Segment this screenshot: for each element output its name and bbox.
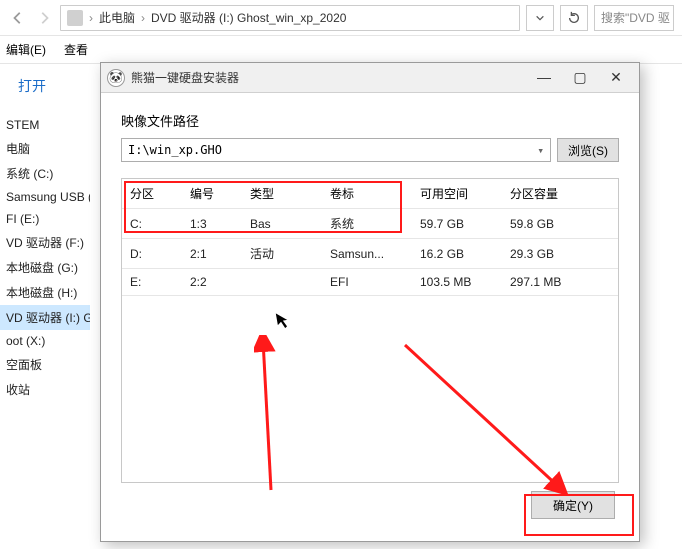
tree-item[interactable]: oot (X:) bbox=[0, 330, 90, 352]
tree-item[interactable]: 空面板 bbox=[0, 352, 90, 377]
dialog-titlebar: 🐼 熊猫一键硬盘安装器 — ▢ ✕ bbox=[101, 63, 639, 93]
tree-item[interactable]: VD 驱动器 (I:) G bbox=[0, 305, 90, 330]
cell-partition: D: bbox=[122, 239, 182, 269]
dialog-body: 映像文件路径 I:\win_xp.GHO ▾ 浏览(S) 分区 编号 类型 卷标… bbox=[101, 93, 639, 541]
cell-number: 2:2 bbox=[182, 269, 242, 296]
menu-bar: 编辑(E) 查看 bbox=[0, 36, 682, 64]
table-header-row: 分区 编号 类型 卷标 可用空间 分区容量 bbox=[122, 179, 618, 209]
browse-button[interactable]: 浏览(S) bbox=[557, 138, 619, 162]
nav-back-icon[interactable] bbox=[8, 8, 28, 28]
path-value: I:\win_xp.GHO bbox=[128, 143, 222, 157]
close-button[interactable]: ✕ bbox=[603, 69, 629, 86]
explorer-toolbar: › 此电脑 › DVD 驱动器 (I:) Ghost_win_xp_2020 搜… bbox=[0, 0, 682, 36]
tree-item[interactable]: STEM bbox=[0, 114, 90, 136]
table-row[interactable]: C:1:3Bas系统59.7 GB59.8 GB bbox=[122, 209, 618, 239]
dialog-footer: 确定(Y) bbox=[121, 483, 619, 523]
col-capacity[interactable]: 分区容量 bbox=[502, 179, 618, 209]
cell-partition: E: bbox=[122, 269, 182, 296]
col-type[interactable]: 类型 bbox=[242, 179, 322, 209]
table-row[interactable]: E:2:2 EFI103.5 MB297.1 MB bbox=[122, 269, 618, 296]
cell-label: EFI bbox=[322, 269, 412, 296]
search-input[interactable]: 搜索"DVD 驱 bbox=[594, 5, 674, 31]
nav-fwd-icon[interactable] bbox=[34, 8, 54, 28]
dropdown-button[interactable] bbox=[526, 5, 554, 31]
ok-label: 确定(Y) bbox=[553, 497, 593, 514]
tree-item[interactable]: 收站 bbox=[0, 377, 90, 402]
cell-label: 系统 bbox=[322, 209, 412, 239]
col-partition[interactable]: 分区 bbox=[122, 179, 182, 209]
col-number[interactable]: 编号 bbox=[182, 179, 242, 209]
tree-item[interactable]: 本地磁盘 (G:) bbox=[0, 255, 90, 280]
search-placeholder: 搜索"DVD 驱 bbox=[601, 9, 670, 26]
tree-item[interactable]: Samsung USB ( bbox=[0, 186, 90, 208]
tree-item[interactable]: 电脑 bbox=[0, 136, 90, 161]
chevron-right-icon: › bbox=[141, 11, 145, 25]
dialog-title: 熊猫一键硬盘安装器 bbox=[131, 69, 525, 86]
cell-capacity: 297.1 MB bbox=[502, 269, 618, 296]
cell-capacity: 59.8 GB bbox=[502, 209, 618, 239]
tree-item[interactable]: VD 驱动器 (F:) bbox=[0, 230, 90, 255]
cell-number: 1:3 bbox=[182, 209, 242, 239]
open-label: 打开 bbox=[18, 76, 46, 96]
path-row: I:\win_xp.GHO ▾ 浏览(S) bbox=[121, 138, 619, 162]
table-row[interactable]: D:2:1活动Samsun...16.2 GB29.3 GB bbox=[122, 239, 618, 269]
chevron-right-icon: › bbox=[89, 11, 93, 25]
path-combobox[interactable]: I:\win_xp.GHO ▾ bbox=[121, 138, 551, 162]
cell-free: 59.7 GB bbox=[412, 209, 502, 239]
cell-partition: C: bbox=[122, 209, 182, 239]
tree-item[interactable]: 系统 (C:) bbox=[0, 161, 90, 186]
cell-label: Samsun... bbox=[322, 239, 412, 269]
browse-label: 浏览(S) bbox=[568, 142, 608, 159]
cell-type: Bas bbox=[242, 209, 322, 239]
breadcrumb-root[interactable]: 此电脑 bbox=[99, 9, 135, 26]
col-label[interactable]: 卷标 bbox=[322, 179, 412, 209]
address-bar[interactable]: › 此电脑 › DVD 驱动器 (I:) Ghost_win_xp_2020 bbox=[60, 5, 520, 31]
cell-type bbox=[242, 269, 322, 296]
partition-table[interactable]: 分区 编号 类型 卷标 可用空间 分区容量 C:1:3Bas系统59.7 GB5… bbox=[121, 178, 619, 483]
panda-icon: 🐼 bbox=[107, 69, 125, 87]
menu-view[interactable]: 查看 bbox=[62, 39, 90, 60]
cell-free: 16.2 GB bbox=[412, 239, 502, 269]
menu-edit[interactable]: 编辑(E) bbox=[4, 39, 48, 60]
refresh-button[interactable] bbox=[560, 5, 588, 31]
minimize-button[interactable]: — bbox=[531, 69, 557, 86]
breadcrumb-folder[interactable]: DVD 驱动器 (I:) Ghost_win_xp_2020 bbox=[151, 9, 346, 26]
installer-dialog: 🐼 熊猫一键硬盘安装器 — ▢ ✕ 映像文件路径 I:\win_xp.GHO ▾… bbox=[100, 62, 640, 542]
chevron-down-icon: ▾ bbox=[537, 144, 544, 157]
maximize-button[interactable]: ▢ bbox=[567, 69, 593, 86]
cell-type: 活动 bbox=[242, 239, 322, 269]
window-buttons: — ▢ ✕ bbox=[531, 69, 633, 86]
drive-icon bbox=[67, 10, 83, 26]
path-label: 映像文件路径 bbox=[121, 111, 619, 130]
folder-tree[interactable]: STEM电脑系统 (C:)Samsung USB (FI (E:)VD 驱动器 … bbox=[0, 108, 90, 549]
cell-number: 2:1 bbox=[182, 239, 242, 269]
cell-free: 103.5 MB bbox=[412, 269, 502, 296]
col-free[interactable]: 可用空间 bbox=[412, 179, 502, 209]
cell-capacity: 29.3 GB bbox=[502, 239, 618, 269]
ok-button[interactable]: 确定(Y) bbox=[531, 491, 615, 519]
tree-item[interactable]: FI (E:) bbox=[0, 208, 90, 230]
tree-item[interactable]: 本地磁盘 (H:) bbox=[0, 280, 90, 305]
